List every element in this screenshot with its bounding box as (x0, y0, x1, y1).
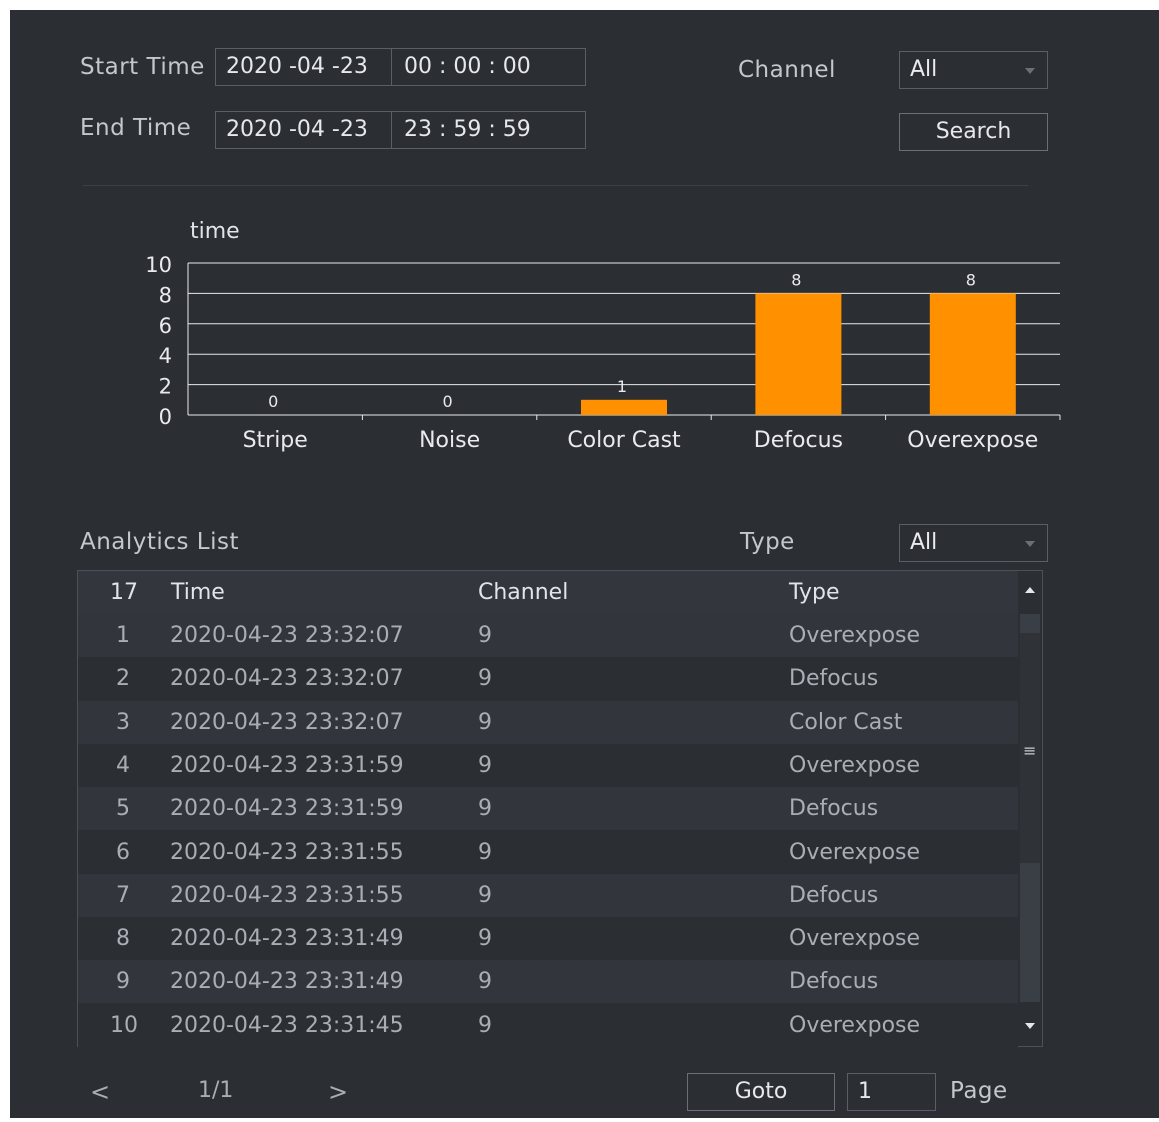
table-row[interactable]: 10 2020-04-23 23:31:45 9 Overexpose (78, 1003, 1018, 1047)
row-number: 2 (116, 666, 130, 692)
row-time: 2020-04-23 23:31:55 (170, 839, 404, 865)
row-time: 2020-04-23 23:31:49 (170, 926, 404, 952)
chart-y-axis-label: time (190, 219, 240, 244)
x-category-label: Noise (419, 428, 480, 453)
table-row[interactable]: 1 2020-04-23 23:32:07 9 Overexpose (78, 614, 1018, 657)
page-label: Page (950, 1078, 1008, 1104)
column-header-count[interactable]: 17 (110, 571, 138, 614)
x-category-label: Overexpose (907, 428, 1038, 453)
row-number: 9 (116, 969, 130, 995)
triangle-up-icon[interactable] (1025, 587, 1035, 593)
analytics-list-title: Analytics List (80, 529, 239, 555)
row-time: 2020-04-23 23:31:49 (170, 969, 404, 995)
bar-overexpose (929, 293, 1016, 415)
row-number: 10 (110, 1012, 138, 1038)
row-type: Defocus (789, 666, 879, 692)
row-number: 3 (116, 709, 130, 735)
bar-value-label: 0 (268, 392, 278, 411)
row-number: 7 (116, 882, 130, 908)
y-tick-label: 2 (159, 375, 172, 399)
y-tick-label: 10 (145, 253, 172, 277)
analytics-panel: Start Time 2020 -04 -23 00 : 00 : 00 End… (10, 10, 1159, 1118)
bar-defocus (755, 293, 842, 415)
column-header-channel[interactable]: Channel (478, 571, 568, 614)
chart-y-ticks: 0 2 4 6 8 10 (145, 253, 172, 429)
table-row[interactable]: 5 2020-04-23 23:31:59 9 Defocus (78, 787, 1018, 831)
y-tick-label: 4 (159, 344, 172, 368)
row-type: Overexpose (789, 1012, 921, 1038)
bar-value-label: 8 (966, 270, 976, 289)
x-category-label: Color Cast (567, 428, 681, 453)
row-channel: 9 (478, 839, 492, 865)
bar-color-cast (581, 399, 667, 415)
row-type: Overexpose (789, 752, 921, 778)
row-time: 2020-04-23 23:32:07 (170, 709, 404, 735)
row-type: Overexpose (789, 839, 921, 865)
chart-gridlines (187, 262, 1061, 420)
goto-page-value[interactable]: 1 (848, 1074, 935, 1110)
x-category-label: Defocus (754, 428, 843, 453)
page-indicator: 1/1 (198, 1078, 234, 1103)
row-number: 8 (116, 926, 130, 952)
grip-icon[interactable]: ≡ (1023, 741, 1036, 760)
row-channel: 9 (478, 709, 492, 735)
chart-category-labels: Stripe Noise Color Cast Defocus Overexpose (243, 428, 1039, 453)
bar-value-label: 1 (617, 377, 627, 396)
goto-page-input[interactable]: 1 (847, 1073, 936, 1111)
row-channel: 9 (478, 969, 492, 995)
column-header-time[interactable]: Time (171, 571, 225, 614)
analytics-bar-chart: time 0246810 Stripe Noise Color Cast Defocu… (145, 219, 1061, 453)
table-row[interactable]: 8 2020-04-23 23:31:49 9 Overexpose (78, 917, 1018, 961)
type-label: Type (740, 529, 795, 555)
row-type: Overexpose (789, 623, 921, 648)
table-row[interactable]: 7 2020-04-23 23:31:55 9 Defocus (78, 873, 1018, 917)
row-type: Overexpose (789, 926, 921, 952)
type-select[interactable]: All (899, 524, 1048, 562)
row-time: 2020-04-23 23:31:59 (170, 796, 404, 822)
row-time: 2020-04-23 23:31:45 (170, 1012, 404, 1038)
table-header: 17 Time Channel Type (78, 571, 1018, 614)
row-channel: 9 (478, 926, 492, 952)
row-channel: 9 (478, 623, 492, 648)
next-page-button[interactable]: > (328, 1078, 348, 1106)
y-tick-label: 8 (159, 283, 172, 307)
type-select-value: All (910, 530, 938, 555)
row-type: Defocus (789, 882, 879, 908)
bar-value-label: 8 (791, 270, 801, 289)
row-type: Color Cast (789, 709, 903, 735)
column-header-type[interactable]: Type (789, 571, 840, 614)
table-row[interactable]: 2 2020-04-23 23:32:07 9 Defocus (78, 657, 1018, 701)
row-time: 2020-04-23 23:32:07 (170, 623, 404, 648)
row-number: 1 (116, 623, 130, 648)
row-time: 2020-04-23 23:32:07 (170, 666, 404, 692)
table-scrollbar[interactable]: ≡ (1018, 571, 1042, 1046)
row-time: 2020-04-23 23:31:55 (170, 882, 404, 908)
prev-page-button[interactable]: < (90, 1078, 110, 1106)
row-channel: 9 (478, 752, 492, 778)
y-tick-label: 6 (159, 314, 172, 338)
goto-button[interactable]: Goto (687, 1073, 835, 1111)
triangle-down-icon[interactable] (1025, 1023, 1035, 1029)
row-channel: 9 (478, 882, 492, 908)
table-row[interactable]: 9 2020-04-23 23:31:49 9 Defocus (78, 960, 1018, 1004)
x-category-label: Stripe (243, 428, 308, 453)
row-channel: 9 (478, 1012, 492, 1038)
row-number: 6 (116, 839, 130, 865)
chart-value-labels: 0 0 1 8 8 (268, 270, 976, 411)
row-number: 4 (116, 752, 130, 778)
table-row[interactable]: 6 2020-04-23 23:31:55 9 Overexpose (78, 830, 1018, 874)
row-channel: 9 (478, 796, 492, 822)
table-row[interactable]: 3 2020-04-23 23:32:07 9 Color Cast (78, 700, 1018, 744)
chevron-down-icon (1025, 541, 1035, 547)
row-channel: 9 (478, 666, 492, 692)
row-type: Defocus (789, 796, 879, 822)
bar-value-label: 0 (443, 392, 453, 411)
analytics-table: 17 Time Channel Type 1 2020-04-23 23:32:0… (77, 570, 1043, 1047)
y-tick-label: 0 (159, 405, 172, 429)
table-row[interactable]: 4 2020-04-23 23:31:59 9 Overexpose (78, 743, 1018, 787)
row-time: 2020-04-23 23:31:59 (170, 752, 404, 778)
row-type: Defocus (789, 969, 879, 995)
row-number: 5 (116, 796, 130, 822)
